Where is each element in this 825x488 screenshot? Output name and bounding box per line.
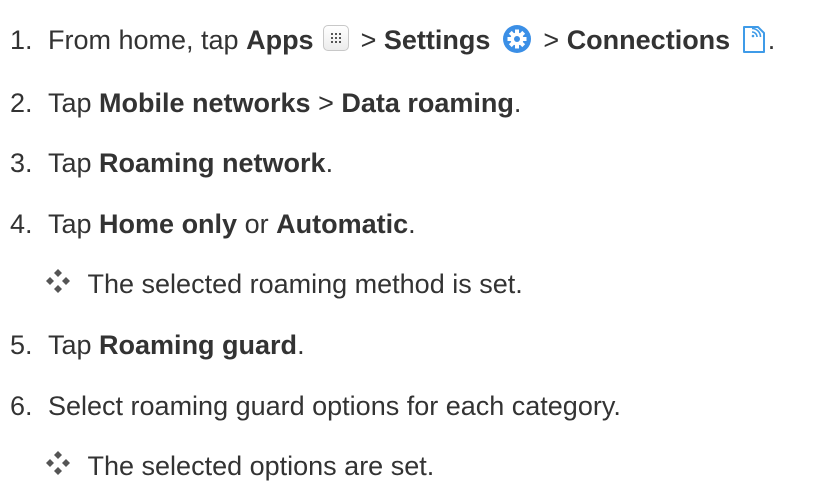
mobile-networks-label: Mobile networks xyxy=(99,88,311,118)
separator: > xyxy=(535,25,567,55)
step-5: 5. Tap Roaming guard. xyxy=(10,329,305,361)
home-only-label: Home only xyxy=(99,209,238,239)
step-1: 1. From home, tap Apps > Settings > Conn… xyxy=(10,24,775,56)
step-2: 2. Tap Mobile networks > Data roaming. xyxy=(10,87,521,119)
roaming-network-label: Roaming network xyxy=(99,148,326,178)
step-end: . xyxy=(767,25,776,55)
step-6: 6. Select roaming guard options for each … xyxy=(10,390,621,422)
step-text: From home, tap xyxy=(48,25,247,55)
apps-label: Apps xyxy=(246,25,314,55)
step-number: 2. xyxy=(10,88,33,118)
step-text: or xyxy=(237,209,277,239)
step-text: Tap xyxy=(48,209,100,239)
step-end: . xyxy=(513,88,522,118)
step-text: Select roaming guard options for each ca… xyxy=(48,391,621,421)
result-1: The selected roaming method is set. xyxy=(46,268,523,300)
separator: > xyxy=(310,88,342,118)
step-end: . xyxy=(408,209,416,239)
connections-icon xyxy=(742,24,766,54)
step-number: 5. xyxy=(10,330,33,360)
automatic-label: Automatic xyxy=(276,209,409,239)
step-3: 3. Tap Roaming network. xyxy=(10,147,333,179)
step-text: Tap xyxy=(48,148,100,178)
four-diamond-bullet-icon xyxy=(46,268,70,293)
apps-grid-icon xyxy=(323,24,350,51)
step-text: Tap xyxy=(48,330,100,360)
data-roaming-label: Data roaming xyxy=(341,88,514,118)
step-number: 1. xyxy=(10,25,33,55)
settings-label: Settings xyxy=(383,25,491,55)
step-end: . xyxy=(297,330,305,360)
roaming-guard-label: Roaming guard xyxy=(99,330,298,360)
result-2: The selected options are set. xyxy=(46,450,434,482)
result-text: The selected options are set. xyxy=(87,451,435,481)
step-end: . xyxy=(325,148,334,178)
step-number: 4. xyxy=(10,209,33,239)
result-text: The selected roaming method is set. xyxy=(87,269,523,299)
connections-label: Connections xyxy=(566,25,731,55)
step-text: Tap xyxy=(48,88,100,118)
step-4: 4. Tap Home only or Automatic. xyxy=(10,208,416,240)
four-diamond-bullet-icon xyxy=(46,450,70,475)
separator: > xyxy=(353,25,384,55)
settings-gear-icon xyxy=(502,24,532,54)
step-number: 6. xyxy=(10,391,33,421)
step-number: 3. xyxy=(10,148,33,178)
